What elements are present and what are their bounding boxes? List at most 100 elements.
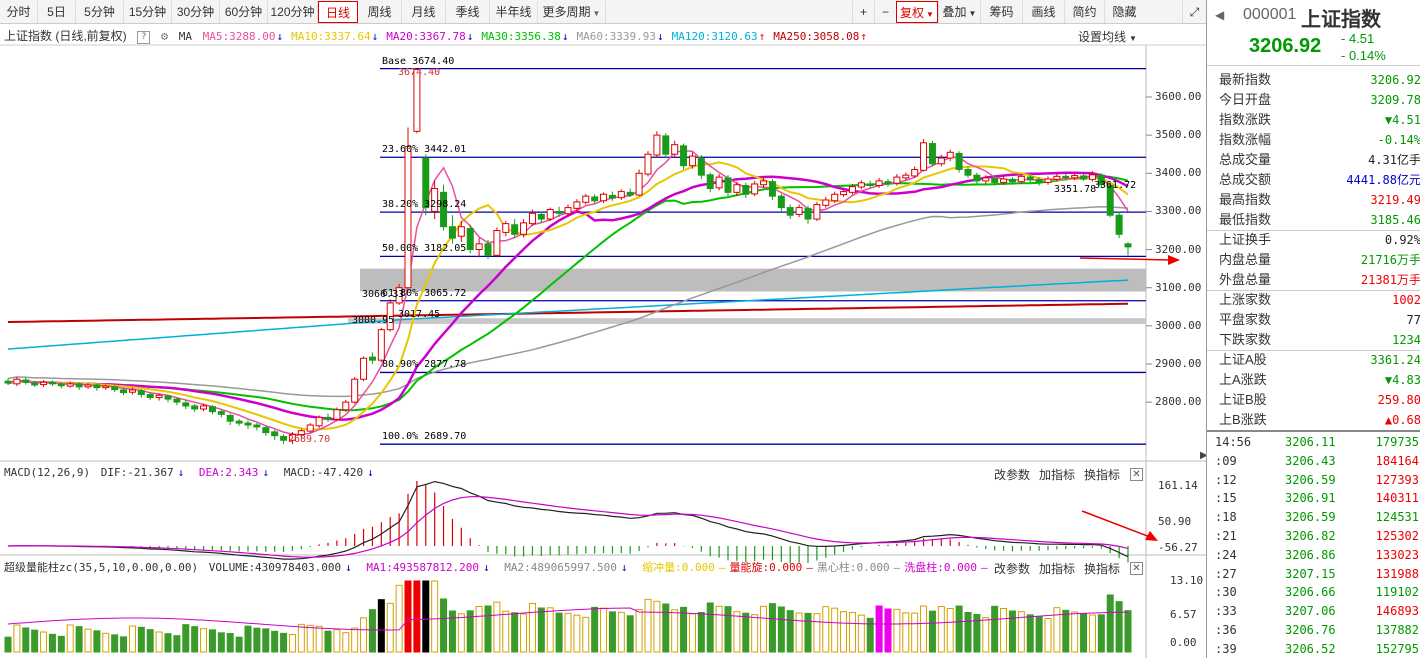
macd-title: MACD(12,26,9) (4, 466, 91, 479)
pane-action-button[interactable]: 加指标 (1039, 466, 1075, 483)
candle-body (306, 424, 314, 432)
quote-row: 内盘总量 21716万手 (1207, 250, 1420, 270)
pane-action-button[interactable]: 换指标 (1084, 466, 1120, 483)
ma-settings-button[interactable]: 设置均线 ▼ (1078, 28, 1137, 45)
pane-action-button[interactable]: 改参数 (994, 560, 1030, 577)
candle-body (982, 177, 990, 182)
candle-body (635, 172, 643, 196)
candle-body (155, 394, 163, 399)
volume-close-icon[interactable]: ✕ (1130, 562, 1143, 575)
quote-row-label: 最新指数 (1219, 72, 1272, 87)
divider (1207, 430, 1420, 432)
candle-body (884, 181, 892, 185)
tool-button-label: 画线 (1031, 5, 1056, 19)
quote-row-label: 上B涨跌 (1219, 412, 1267, 427)
volume-bar (848, 612, 856, 653)
quote-row: 上涨家数 1002 (1207, 290, 1420, 310)
macd-close-icon[interactable]: ✕ (1130, 468, 1143, 481)
tool-button[interactable]: 叠加 ▼ (938, 1, 980, 23)
volume-bar (200, 628, 208, 653)
candle-body (1115, 214, 1123, 235)
candle-body (137, 390, 145, 395)
period-tab[interactable]: 月线 (402, 1, 446, 23)
candle-body (457, 226, 465, 237)
period-tab[interactable]: 60分钟 (220, 1, 268, 23)
macd-series (7, 480, 1129, 564)
candle-body (235, 420, 243, 424)
volume-bar (786, 610, 794, 653)
tool-button[interactable]: − (874, 1, 896, 23)
pane-action-button[interactable]: 换指标 (1084, 560, 1120, 577)
volume-title: 超级量能柱zc(35,5,10,0.00,0.00) (4, 561, 199, 574)
period-tab[interactable]: 15分钟 (124, 1, 172, 23)
candle-body (1080, 175, 1088, 180)
candle-body (511, 224, 519, 235)
tool-button[interactable]: 简约 (1064, 1, 1104, 23)
volume-bar (1026, 614, 1034, 653)
tick-time: :18 (1215, 510, 1237, 525)
main-pane-header: 上证指数 (日线,前复权) ? ⚙ MA MA5:3288.00↓ MA10:33… (4, 26, 879, 46)
price-change-pct: - 0.14% (1341, 48, 1386, 63)
arrow-down-icon: ↓ (466, 30, 474, 43)
quote-row: 指数涨跌 ▼4.51 (1207, 110, 1420, 130)
ma-legend-item: MA250:3058.08↑ (773, 27, 871, 47)
volume-bar (1035, 616, 1043, 653)
volume-bar (937, 606, 945, 653)
tool-button[interactable]: + (852, 1, 874, 23)
pane-action-button[interactable]: 加指标 (1039, 560, 1075, 577)
settings-gear-icon[interactable]: ⚙ (161, 26, 168, 46)
fib-level-label: 100.0% 2689.70 (382, 431, 467, 443)
candle-body (875, 180, 883, 186)
tick-row: :09 3206.43 184164 (1207, 452, 1420, 471)
ma-legend-value: MA120:3120.63 (671, 30, 758, 43)
tool-button-label: 隐藏 (1112, 5, 1137, 19)
volume-bar (182, 624, 190, 653)
period-tab[interactable]: 日线 (318, 1, 358, 23)
candle-body (280, 435, 288, 441)
tool-button[interactable]: 隐藏 (1104, 1, 1144, 23)
volume-bar (608, 611, 616, 653)
volume-bar (1080, 613, 1088, 653)
period-tab[interactable]: 5日 (38, 1, 76, 23)
period-tab[interactable]: 120分钟 (268, 1, 318, 23)
tick-row: :18 3206.59 124531 (1207, 508, 1420, 527)
period-tab[interactable]: 30分钟 (172, 1, 220, 23)
volume-bar (902, 612, 910, 653)
candle-body (680, 145, 688, 167)
period-tab-label: 更多周期 (542, 5, 591, 19)
candle-body (377, 329, 385, 361)
quote-side-panel: ◀ 000001 上证指数 3206.92 - 4.51 - 0.14% 最新指… (1206, 0, 1420, 658)
period-tab[interactable]: 季线 (446, 1, 490, 23)
volume-bar (982, 617, 990, 653)
candle-body (57, 383, 65, 387)
expand-icon[interactable]: ⤢ (1182, 1, 1206, 23)
volume-extra-item: 黑心柱:0.000 (816, 561, 890, 574)
volume-bar (1044, 618, 1052, 653)
period-tab[interactable]: 周线 (358, 1, 402, 23)
volume-bar (235, 636, 243, 653)
tool-button[interactable]: 画线 (1022, 1, 1064, 23)
period-tab[interactable]: 5分钟 (76, 1, 124, 23)
tool-button[interactable]: 复权 ▼ (896, 1, 938, 23)
period-tab[interactable]: 半年线 (490, 1, 538, 23)
candle-body (671, 144, 679, 155)
quote-row: 上A涨跌 ▼4.83 (1207, 370, 1420, 390)
price-axis-label: 3200.00 (1155, 242, 1202, 256)
tool-button[interactable]: 筹码 (980, 1, 1022, 23)
help-icon[interactable]: ? (137, 30, 151, 44)
arrow-down-icon: ↓ (483, 561, 490, 574)
period-tab[interactable]: 分时 (0, 1, 38, 23)
prev-stock-icon[interactable]: ◀ (1215, 8, 1224, 22)
volume-bar (760, 605, 768, 653)
volume-bar (208, 629, 216, 653)
tick-time: :15 (1215, 491, 1237, 506)
period-tab[interactable]: 更多周期 ▼ (538, 1, 606, 23)
candle-body (244, 422, 252, 426)
pane-action-button[interactable]: 改参数 (994, 466, 1030, 483)
chart-area[interactable]: 上证指数 (日线,前复权) ? ⚙ MA MA5:3288.00↓ MA10:33… (0, 25, 1208, 658)
candle-body (1000, 178, 1008, 183)
quote-row-value: 0.92% (1384, 233, 1420, 247)
legend-dash: — (806, 561, 813, 574)
tool-button-label: 简约 (1072, 5, 1097, 19)
price-annotation: 3351.78 (1054, 183, 1097, 195)
